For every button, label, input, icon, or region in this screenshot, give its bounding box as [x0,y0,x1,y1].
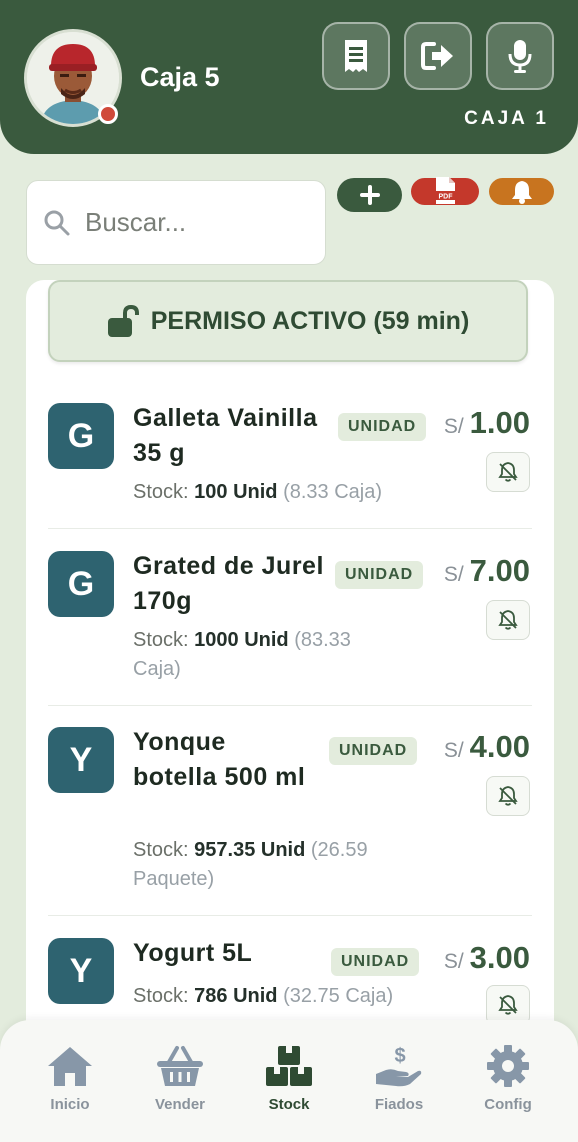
row-divider [48,705,532,706]
product-stock: Stock: 1000 Unid (83.33 Caja) [133,629,351,680]
home-icon [48,1047,92,1086]
nav-item-stock[interactable]: Stock [239,1044,339,1113]
alert-toggle-button[interactable] [486,452,530,492]
microphone-button[interactable] [486,22,554,90]
bell-off-icon [498,610,518,630]
nav-item-config[interactable]: Config [458,1044,558,1113]
app-header: Caja 5 CAJA 1 [0,0,578,154]
permiso-activo-banner[interactable]: PERMISO ACTIVO (59 min) [48,280,528,362]
nav-item-inicio[interactable]: Inicio [20,1044,120,1113]
receipt-icon [345,40,367,72]
svg-text:$: $ [394,1045,405,1067]
product-price: S/4.00 [443,729,530,764]
unit-badge: UNIDAD [329,737,418,765]
gear-icon [487,1045,529,1087]
product-initial: G [48,403,114,469]
product-initial: G [48,551,114,617]
basket-icon [157,1046,203,1086]
alerts-button[interactable] [489,178,554,205]
product-name: Grated de Jurel 170g [133,552,324,615]
export-pdf-button[interactable]: PDF [411,176,479,205]
unit-badge: UNIDAD [331,948,420,976]
bell-icon [511,180,532,204]
product-initial: Y [48,938,114,1004]
unit-badge: UNIDAD [338,413,427,441]
search-bar[interactable] [26,180,326,265]
product-price: S/7.00 [443,553,530,588]
logout-icon [421,42,453,70]
product-name: Yogurt 5L [133,939,253,967]
nav-item-vender[interactable]: Vender [130,1044,230,1113]
product-price: S/3.00 [443,940,530,975]
status-indicator [98,104,118,124]
receipt-button[interactable] [322,22,390,90]
logout-button[interactable] [404,22,472,90]
pdf-icon: PDF [436,176,455,204]
alert-toggle-button[interactable] [486,985,530,1025]
nav-item-fiados[interactable]: $ Fiados [349,1044,449,1113]
plus-icon [359,185,380,205]
unlock-icon [107,304,139,337]
permiso-label: PERMISO ACTIVO (59 min) [150,306,470,335]
bell-off-icon [498,995,518,1015]
product-initial: Y [48,727,114,793]
user-name: Caja 5 [140,62,220,92]
search-icon [44,210,70,235]
svg-text:PDF: PDF [439,193,454,200]
caja-label: CAJA 1 [464,108,549,129]
product-name: Yonque botella 500 ml [133,728,306,791]
hand-dollar-icon: $ [376,1045,422,1087]
bottom-navigation: Inicio Vender Stock $ Fiados Config [0,1020,578,1142]
bell-off-icon [498,462,518,482]
row-divider [48,528,532,529]
product-list-card: PERMISO ACTIVO (59 min) G Galleta Vainil… [26,280,554,1040]
unit-badge: UNIDAD [335,561,424,589]
add-product-button[interactable] [337,178,402,212]
alert-toggle-button[interactable] [486,600,530,640]
product-price: S/1.00 [443,405,530,440]
search-input[interactable] [83,206,317,239]
product-stock: Stock: 100 Unid (8.33 Caja) [133,481,382,503]
bell-off-icon [498,786,518,806]
alert-toggle-button[interactable] [486,776,530,816]
product-stock: Stock: 786 Unid (32.75 Caja) [133,985,394,1007]
product-stock: Stock: 957.35 Unid (26.59 Paquete) [133,839,368,890]
microphone-icon [508,40,532,73]
product-name: Galleta Vainilla 35 g [133,404,318,467]
boxes-icon [266,1046,312,1086]
row-divider [48,915,532,916]
